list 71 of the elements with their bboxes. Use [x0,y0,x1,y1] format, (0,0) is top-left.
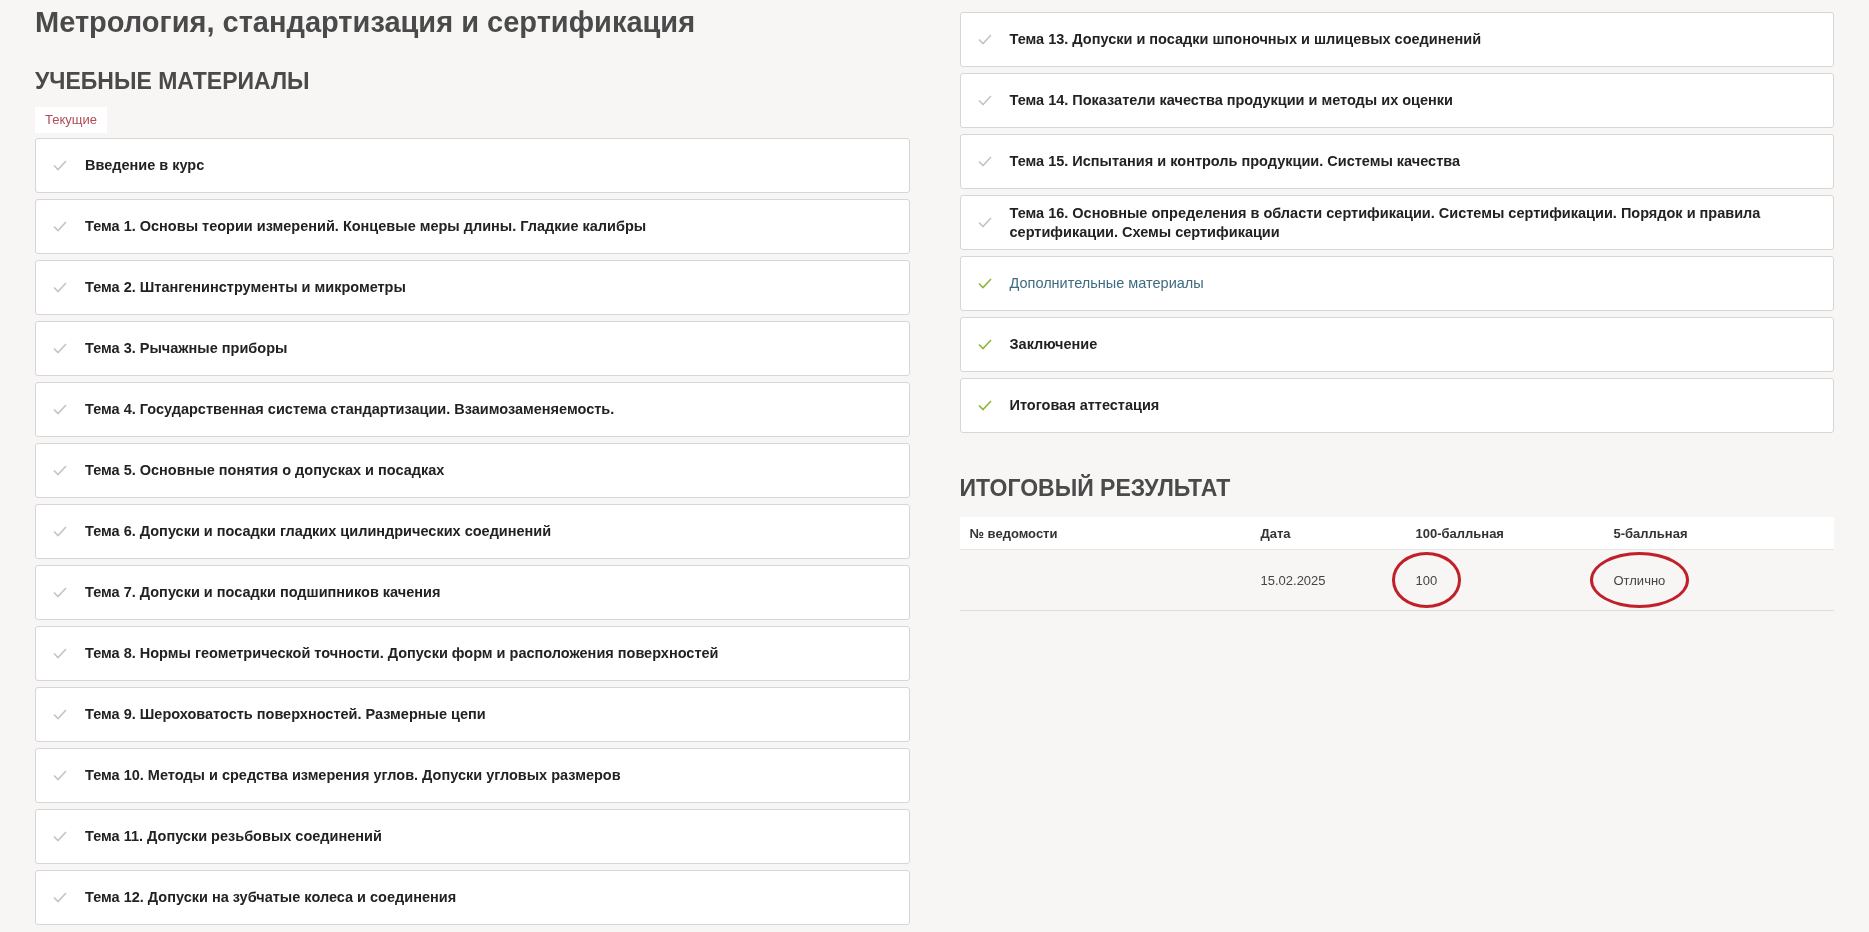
table-cell: 100 [1415,573,1438,588]
lesson-item[interactable]: Тема 1. Основы теории измерений. Концевые меры длины. Гладкие калибры [35,199,910,254]
lesson-title: Дополнительные материалы [1009,274,1204,293]
check-icon [53,221,67,232]
lesson-item[interactable]: Тема 10. Методы и средства измерения углов. Допуски угловых размеров [35,748,910,803]
check-icon [53,282,67,293]
lesson-item[interactable]: Тема 14. Показатели качества продукции и методы их оценки [959,73,1834,128]
table-cell: 15.02.2025 [1260,573,1326,588]
lesson-title: Тема 6. Допуски и посадки гладких цилиндрических соединений [85,522,552,541]
check-icon [977,278,992,289]
page-title: Метрология, стандартизация и сертификация [35,5,697,40]
lesson-item[interactable]: Тема 13. Допуски и посадки шпоночных и шлицевых соединений [959,12,1834,67]
tab[interactable]: Текущие [35,107,107,133]
check-icon [53,526,67,537]
lesson-title: Заключение [1009,335,1098,354]
lesson-item[interactable]: Тема 4. Государственная система стандартизации. Взаимозаменяемость. [35,382,910,437]
lesson-title: Тема 8. Нормы геометрической точности. Допуски форм и расположения поверхностей [85,644,719,663]
lesson-title: Тема 1. Основы теории измерений. Концевые меры длины. Гладкие калибры [85,217,647,236]
check-icon [977,339,992,350]
check-icon [53,160,67,171]
lesson-title: Тема 5. Основные понятия о допусках и посадках [85,461,445,480]
lesson-item[interactable]: Тема 15. Испытания и контроль продукции. Системы качества [959,134,1834,189]
table-cell: Отлично [1613,573,1666,588]
column-header: 100-балльная [1415,526,1504,541]
section-heading: ИТОГОВЫЙ РЕЗУЛЬТАТ [959,473,1232,503]
lesson-title: Тема 7. Допуски и посадки подшипников качения [85,583,441,602]
check-icon [53,648,67,659]
lesson-item[interactable]: Тема 9. Шероховатость поверхностей. Размерные цепи [35,687,910,742]
lesson-title: Тема 4. Государственная система стандартизации. Взаимозаменяемость. [85,400,615,419]
lesson-item[interactable]: Тема 7. Допуски и посадки подшипников качения [35,565,910,620]
lesson-title: Тема 15. Испытания и контроль продукции. Системы качества [1009,152,1461,171]
check-icon [53,404,67,415]
check-icon [977,217,992,228]
check-icon [977,400,992,411]
check-icon [977,156,992,167]
lesson-title: Тема 11. Допуски резьбовых соединений [85,827,382,846]
lesson-title: Тема 12. Допуски на зубчатые колеса и соединения [85,888,457,907]
lesson-title: Тема 10. Методы и средства измерения углов. Допуски угловых размеров [85,766,621,785]
lesson-item[interactable]: Заключение [959,317,1834,372]
check-icon [53,770,67,781]
lesson-item[interactable]: Тема 6. Допуски и посадки гладких цилиндрических соединений [35,504,910,559]
lesson-item[interactable]: Тема 5. Основные понятия о допусках и посадках [35,443,910,498]
section-heading: УЧЕБНЫЕ МАТЕРИАЛЫ [35,67,311,96]
check-icon [53,587,67,598]
lesson-item[interactable]: Тема 16. Основные определения в области сертификации. Системы сертификации. Порядок и правила сертификации. Схемы сертификации [959,195,1834,250]
column-header: № ведомости [969,526,1058,541]
lesson-title: Тема 3. Рычажные приборы [85,339,288,358]
column-header: Дата [1260,526,1291,541]
lesson-item[interactable]: Тема 11. Допуски резьбовых соединений [35,809,910,864]
lesson-title: Итоговая аттестация [1009,396,1160,415]
lesson-item[interactable]: Итоговая аттестация [959,378,1834,433]
check-icon [53,892,67,903]
check-icon [53,831,67,842]
column-header: 5-балльная [1613,526,1688,541]
lesson-item[interactable]: Тема 12. Допуски на зубчатые колеса и соединения [35,870,910,925]
lesson-title: Тема 14. Показатели качества продукции и методы их оценки [1009,91,1453,110]
lesson-title: Тема 13. Допуски и посадки шпоночных и шлицевых соединений [1009,30,1482,49]
check-icon [53,465,67,476]
lesson-title: Тема 9. Шероховатость поверхностей. Размерные цепи [85,705,486,724]
lesson-title: Тема 2. Штангенинструменты и микрометры [85,278,406,297]
lesson-item[interactable]: Дополнительные материалы [959,256,1834,311]
lesson-item[interactable]: Тема 2. Штангенинструменты и микрометры [35,260,910,315]
lesson-item[interactable]: Тема 3. Рычажные приборы [35,321,910,376]
lesson-title: Введение в курс [85,156,205,175]
lesson-title: Тема 16. Основные определения в области сертификации. Системы сертификации. Порядок и правила сертификации. Схемы сертификации [1009,203,1762,242]
check-icon [977,34,992,45]
check-icon [53,709,67,720]
lesson-item[interactable]: Тема 8. Нормы геометрической точности. Допуски форм и расположения поверхностей [35,626,910,681]
check-icon [977,95,992,106]
check-icon [53,343,67,354]
lesson-item[interactable]: Введение в курс [35,138,910,193]
